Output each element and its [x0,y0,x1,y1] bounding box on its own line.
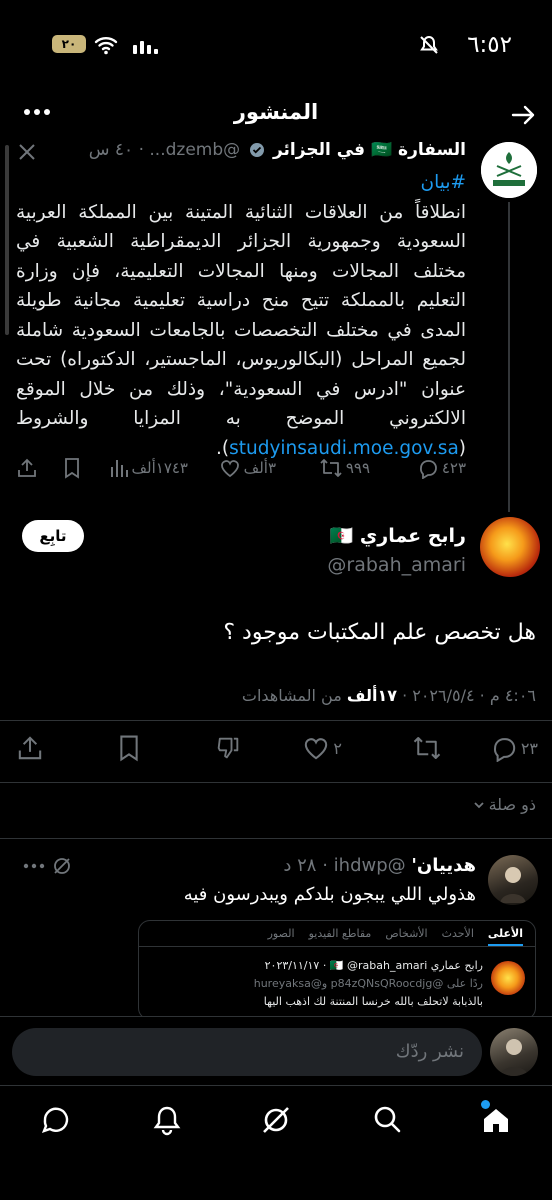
reply-icon [493,738,516,762]
thread-line [508,202,510,512]
my-avatar[interactable] [490,1028,538,1076]
chevron-down-icon [473,801,484,808]
nav-messages[interactable] [40,1104,72,1136]
views-count[interactable]: ١٧ألف [347,686,397,705]
author-handle[interactable]: @rabah_amari [327,554,466,576]
views-label: من المشاهدات [241,686,342,705]
embed-tab: الأشخاص [385,927,428,940]
heart-icon [305,738,328,760]
heart-icon [220,460,239,478]
nav-search[interactable] [372,1104,402,1134]
quoted-like-count: ٣ألف [243,459,276,477]
share-icon[interactable] [16,457,38,479]
embed-tab: الأحدث [441,927,474,940]
embed-author: رابح عماري 🇩🇿 @rabah_amari · ٢٠٢٣/١١/١٧ [264,959,483,972]
divider [0,782,552,783]
reply-action[interactable]: ٢٣ [490,734,538,762]
notification-dot [481,1100,490,1109]
reply-embedded-image[interactable]: الأعلى الأحدث الأشخاص مقاطع الفيديو الصو… [138,920,536,1020]
page-title: المنشور [233,100,319,124]
author-avatar[interactable] [480,517,540,577]
bookmark-icon[interactable] [62,457,82,479]
status-time: ٦:٥٢ [467,32,512,58]
embed-tabs: الأعلى الأحدث الأشخاص مقاطع الفيديو الصو… [139,921,535,947]
reply-author-avatar[interactable] [488,855,538,905]
reply-icon [419,460,437,479]
embed-avatar [491,961,525,995]
reply-input[interactable]: نشر ردّك [12,1028,482,1076]
tweet-meta: ٤:٠٦ م · ٢٠٢٦/٥/٤ · ١٧ألف من المشاهدات [242,686,536,705]
battery-icon: ٢٠ [52,35,86,53]
author-name[interactable]: رابح عماري 🇩🇿 [330,524,466,547]
reply-author-name[interactable]: هدييان' [411,855,476,876]
back-arrow-icon[interactable] [510,102,536,128]
repost-icon [320,459,342,477]
embed-reply-to: ردًا على @p84zQNsQRoocdjg و@hureyaksa [253,977,483,990]
divider [0,838,552,839]
verified-icon [249,142,265,158]
more-icon[interactable] [22,858,46,874]
follow-button[interactable]: تابِع [22,520,84,552]
quoted-repost-action[interactable]: ٩٩٩ [319,457,370,479]
reply-count: ٢٣ [520,738,538,758]
quoted-reply-count: ٤٢٣ [441,459,466,477]
like-action[interactable]: ٢ [302,734,342,762]
quoted-views-count: ١٧٤٣ألف [131,459,189,477]
nav-home[interactable] [480,1100,512,1136]
related-toggle[interactable]: ذو صلة [473,795,536,814]
reply-header[interactable]: هدييان' @ihdwp · ٢٨ د [283,855,476,876]
embed-tab: مقاطع الفيديو [308,927,372,940]
search-icon [374,1106,401,1133]
grok-icon[interactable] [16,141,38,163]
quoted-like-action[interactable]: ٣ألف [219,457,276,479]
mute-icon [418,34,440,56]
nav-notifications[interactable] [152,1104,182,1136]
quoted-header[interactable]: السفارة 🇸🇦 في الجزائر @dzemb... · ٤٠ س [89,140,466,160]
nav-grok[interactable] [260,1104,292,1136]
message-icon [41,1107,69,1133]
quoted-reply-action[interactable]: ٤٢٣ [417,457,466,479]
quoted-body-end: ). [216,437,230,459]
tweet-text: هل تخصص علم المكتبات موجود ؟ [223,620,536,645]
embed-tab: الصور [267,927,295,940]
quoted-body: انطلاقاً من العلاقات الثنائية المتينة بي… [16,201,466,459]
views-icon [110,460,128,477]
bell-icon [153,1106,181,1136]
repost-icon[interactable] [412,734,442,762]
quoted-author-name[interactable]: السفارة 🇸🇦 في الجزائر [273,140,466,160]
quoted-hashtag[interactable]: #بيان [421,172,466,193]
grok-icon[interactable] [52,856,72,876]
quoted-link[interactable]: studyinsaudi.moe.gov.sa [229,438,459,459]
signal-icon [132,36,158,54]
reply-text: هذولي اللي يبجون بلدكم ويبدرسون فيه [183,884,476,905]
divider [0,720,552,721]
reply-handle-time: @ihdwp · ٢٨ د [283,855,406,876]
related-label: ذو صلة [488,795,536,814]
embed-text: بالذبابة لاتحلف بالله خرنسا المنتنة لك ا… [263,995,483,1008]
like-count: ٢ [333,738,342,758]
reply-placeholder: نشر ردّك [395,1041,464,1062]
quoted-repost-count: ٩٩٩ [345,459,370,477]
bookmark-icon[interactable] [116,734,142,762]
dislike-icon[interactable] [214,734,242,762]
quoted-views-action[interactable]: ١٧٤٣ألف [109,457,189,479]
embassy-avatar[interactable] [481,142,537,198]
tweet-timestamp: ٤:٠٦ م · ٢٠٢٦/٥/٤ · [402,686,536,705]
bottom-nav [0,1085,552,1200]
quoted-handle-time: @dzemb... · ٤٠ س [88,140,241,160]
quoted-text: #بيان انطلاقاً من العلاقات الثنائية المت… [16,168,466,463]
wifi-icon [94,35,118,55]
share-icon[interactable] [16,734,44,762]
grok-icon [263,1107,289,1133]
scroll-indicator[interactable] [5,145,9,335]
embed-tab: الأعلى [487,927,523,946]
